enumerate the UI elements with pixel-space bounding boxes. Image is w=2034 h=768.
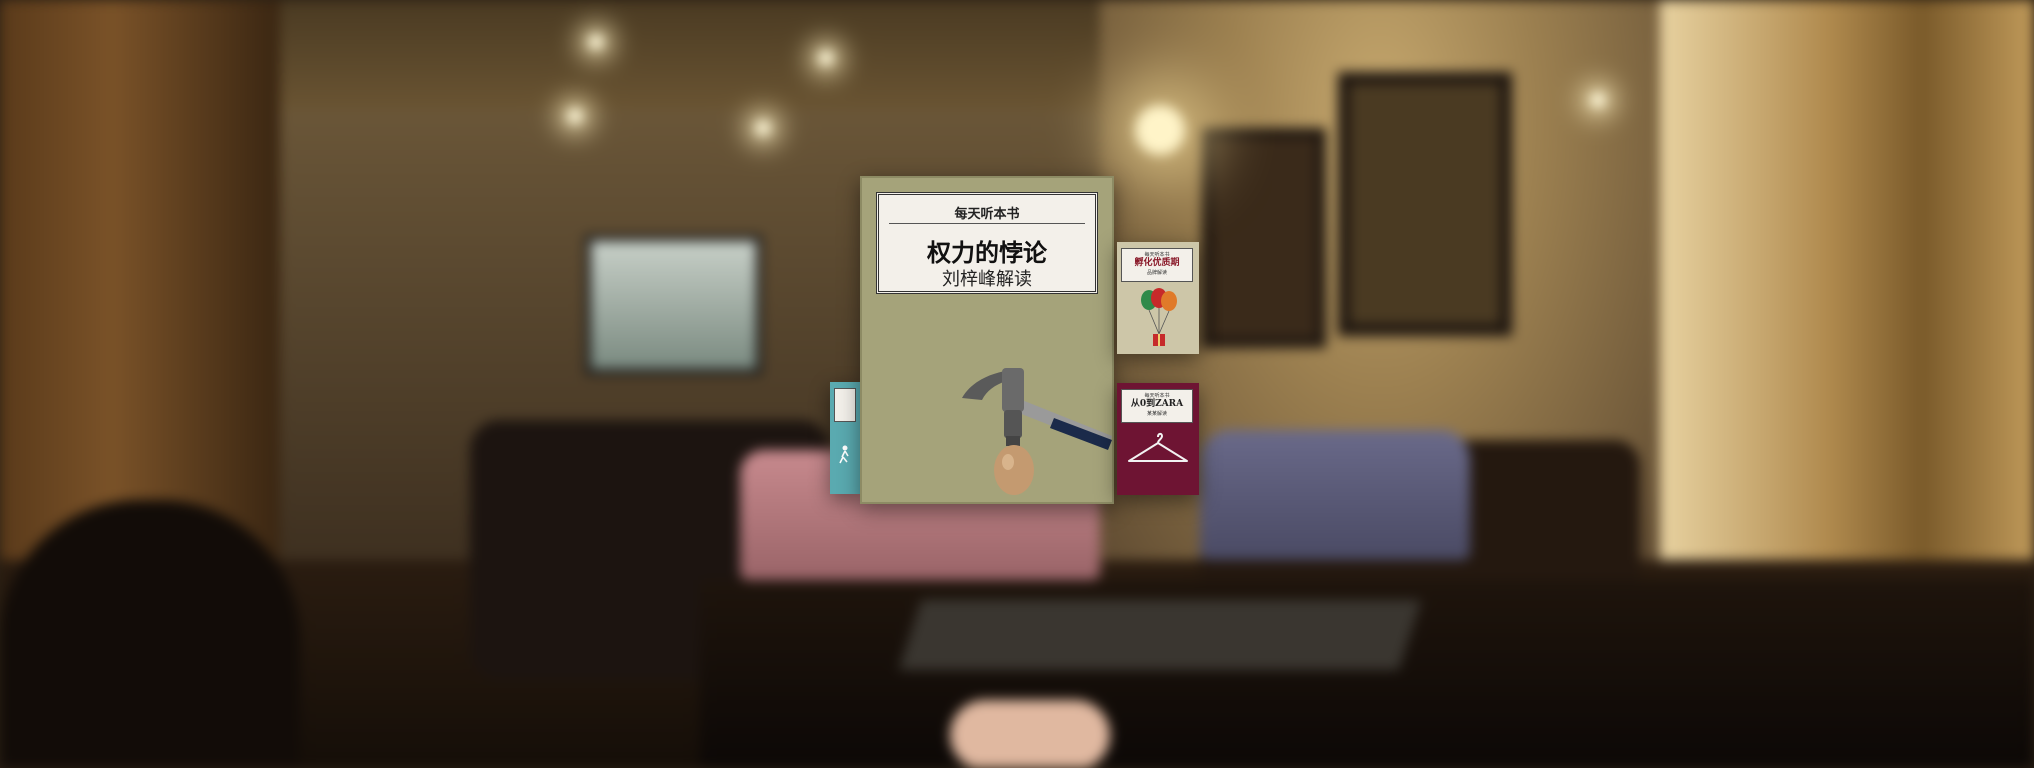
book-title: 从0到ZARA: [1130, 399, 1184, 409]
book-label: 每天听本书 从0到ZARA 某某解读: [1121, 389, 1193, 423]
series-label: 每天听本书: [1144, 393, 1170, 399]
series-label: 每天听本书: [954, 207, 1020, 222]
book-title: 孵化优质期: [1134, 258, 1180, 268]
wall-light: [1590, 92, 1606, 108]
placemat: [898, 600, 1422, 670]
book-card-right-bottom[interactable]: 每天听本书 从0到ZARA 某某解读: [1117, 383, 1199, 495]
book-author: 品牌解读: [1146, 270, 1167, 276]
label-divider: [889, 223, 1085, 224]
series-label: 每天听本书: [1144, 252, 1170, 258]
book-author: 刘梓峰解读: [942, 269, 1032, 290]
book-card-featured[interactable]: 每天听本书 权力的悖论 刘梓峰解读: [860, 176, 1114, 504]
wall-picture-frame: [1202, 128, 1326, 348]
wall-lamp: [1135, 105, 1185, 155]
ceiling-light: [755, 120, 771, 136]
chair: [1200, 430, 1470, 560]
ceiling-light: [818, 50, 834, 66]
ceiling-light: [567, 108, 583, 124]
book-card-right-top[interactable]: 每天听本书 孵化优质期 品牌解读: [1117, 242, 1199, 354]
person-silhouette: [0, 500, 300, 768]
book-card-left[interactable]: [830, 382, 860, 494]
figure-icon: [839, 445, 849, 464]
book-author: 某某解读: [1146, 411, 1167, 417]
hand: [950, 700, 1110, 768]
television: [585, 235, 762, 375]
book-label: 每天听本书 权力的悖论 刘梓峰解读: [876, 192, 1098, 294]
book-label: [834, 388, 856, 422]
hammer-egg-icon: [962, 368, 1112, 495]
curtain: [1660, 0, 2034, 600]
book-title: 权力的悖论: [927, 238, 1047, 267]
hanger-icon: [1128, 432, 1188, 462]
book-label: 每天听本书 孵化优质期 品牌解读: [1121, 248, 1193, 282]
ceiling-light: [588, 34, 604, 50]
wall-picture-frame: [1338, 72, 1512, 336]
balloons-icon: [1141, 288, 1177, 346]
